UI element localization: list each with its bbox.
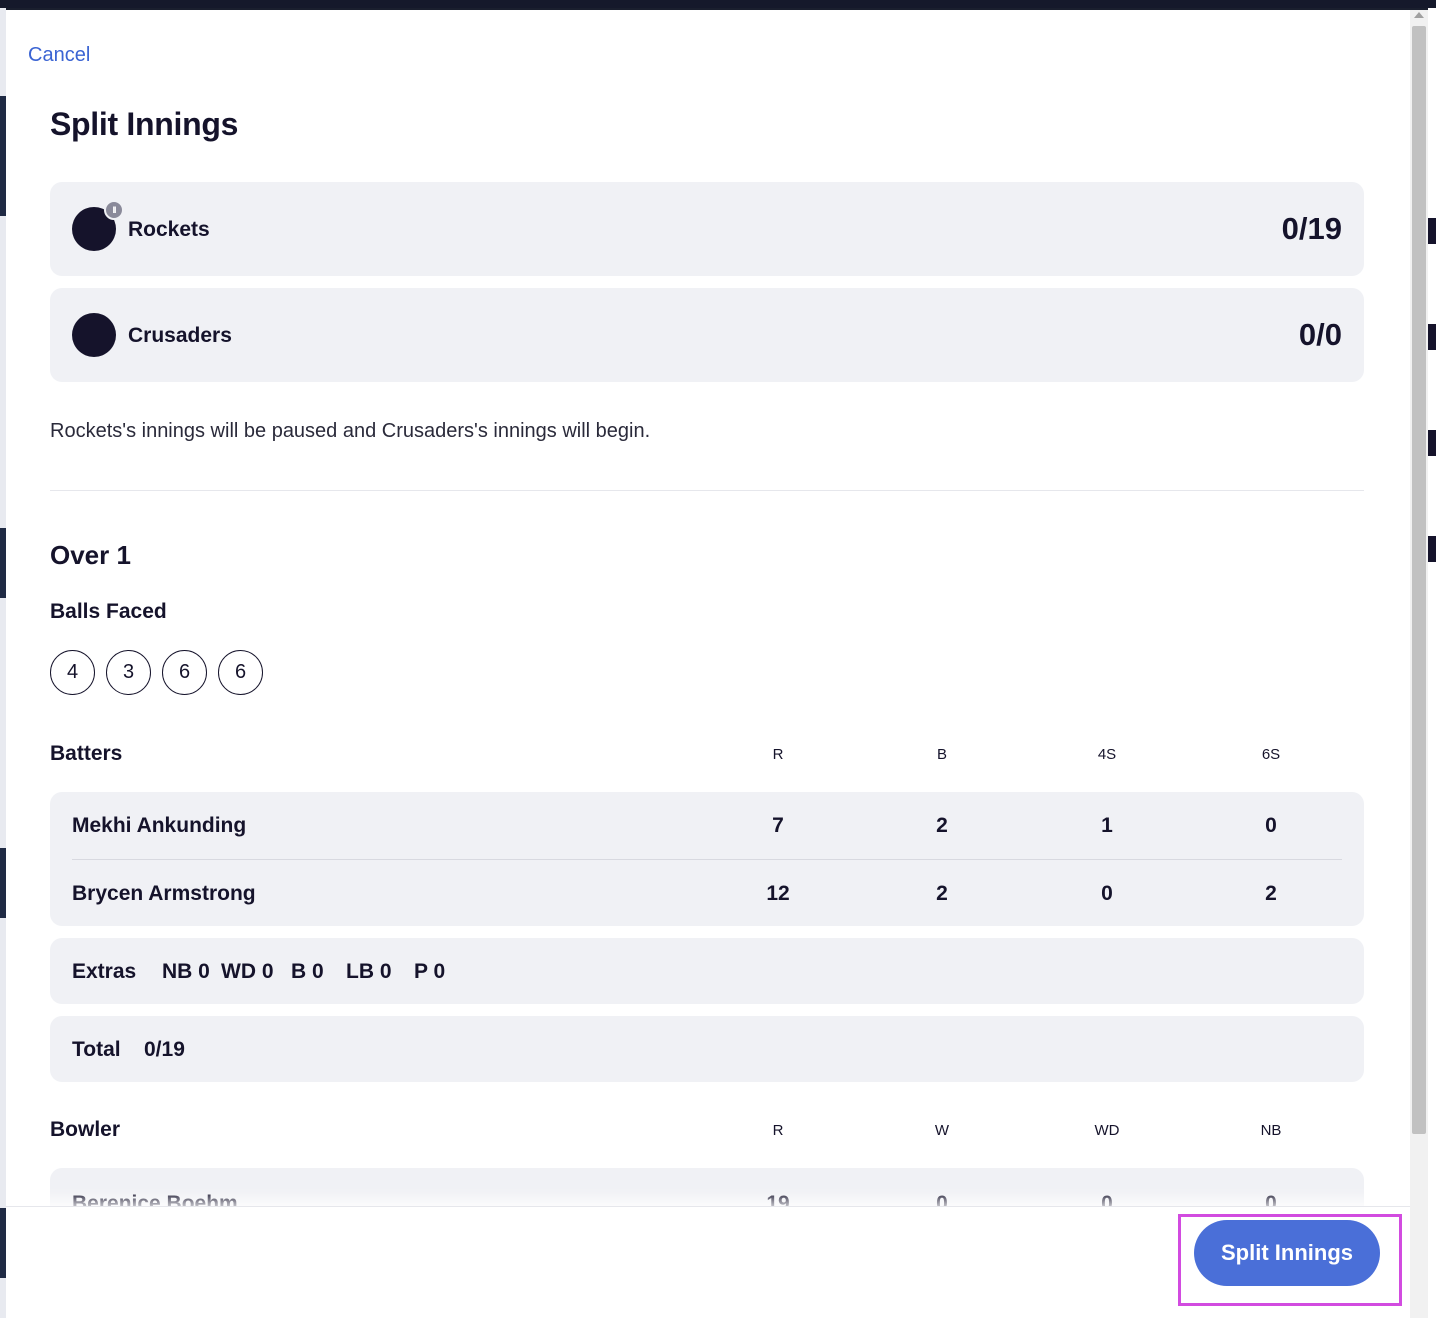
sixes-cell: 2 [1265,882,1277,905]
split-innings-modal: Cancel Split Innings II Rockets 0/19 Cru… [6,10,1410,1318]
column-header: W [934,1122,950,1139]
player-name: Brycen Armstrong [72,882,256,905]
scrollbar[interactable] [1410,10,1428,1318]
fours-cell: 1 [1101,814,1113,837]
balls-faced-label: Balls Faced [50,600,167,623]
extras-b: B 0 [291,960,324,983]
total-label: Total [72,1038,121,1061]
player-name: Mekhi Ankunding [72,814,247,837]
balls-faced-list: 4 3 6 6 [50,650,263,695]
extras-card: Extras NB 0 WD 0 B 0 LB 0 P 0 [50,938,1364,1004]
table-row: Brycen Armstrong 12 2 0 2 [72,860,1342,928]
team-name: Rockets [128,218,210,241]
bowler-label: Bowler [50,1118,121,1141]
runs-cell: 12 [766,882,790,905]
extras-p: P 0 [414,960,446,983]
ball-chip: 6 [218,650,263,695]
column-header: R [772,746,784,763]
over-title: Over 1 [50,540,131,570]
ball-chip: 6 [162,650,207,695]
batters-label: Batters [50,742,123,765]
extras-label: Extras [72,960,137,983]
total-value: 0/19 [144,1038,185,1061]
extras-wd: WD 0 [221,960,274,983]
column-header: WD [1094,1122,1120,1139]
extras-nb: NB 0 [162,960,210,983]
column-header: B [936,746,947,763]
runs-cell: 7 [772,814,784,837]
team-name: Crusaders [128,324,232,347]
info-text: Rockets's innings will be paused and Cru… [50,420,651,442]
column-header: NB [1260,1122,1282,1139]
window-top-bar [0,0,1436,8]
column-header: R [772,1122,784,1139]
modal-title: Split Innings [50,106,239,142]
batters-table: Mekhi Ankunding 7 2 1 0 Brycen Armstrong… [50,792,1364,926]
team-card-rockets: II Rockets 0/19 [50,182,1364,276]
team-card-crusaders: Crusaders 0/0 [50,288,1364,382]
ball-chip: 3 [106,650,151,695]
divider [50,490,1364,491]
scrollbar-thumb[interactable] [1412,26,1426,1134]
fours-cell: 0 [1101,882,1113,905]
ball-chip: 4 [50,650,95,695]
extras-lb: LB 0 [346,960,392,983]
pause-icon: II [104,200,124,220]
team-score: 0/19 [1281,211,1342,246]
sixes-cell: 0 [1265,814,1277,837]
column-header: 6S [1261,746,1281,763]
scroll-up-arrow-icon[interactable] [1414,12,1424,18]
cancel-link[interactable]: Cancel [28,44,90,67]
team-avatar [72,313,116,357]
column-header: 4S [1097,746,1117,763]
split-innings-button[interactable]: Split Innings [1194,1220,1380,1286]
total-card: Total 0/19 [50,1016,1364,1082]
team-score: 0/0 [1298,317,1342,352]
background-page-right [1428,8,1436,1318]
balls-cell: 2 [936,814,948,837]
table-row: Mekhi Ankunding 7 2 1 0 [72,792,1342,860]
balls-cell: 2 [936,882,948,905]
